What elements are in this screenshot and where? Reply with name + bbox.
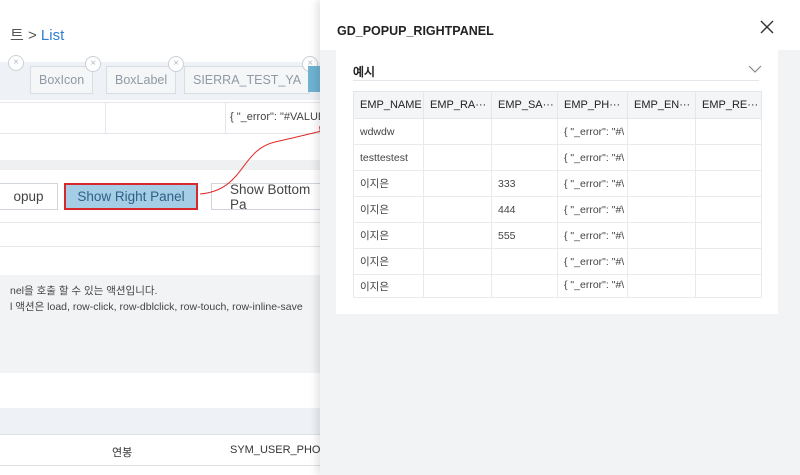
cell[interactable] (423, 118, 492, 145)
cell[interactable] (695, 222, 762, 249)
cell-emp-ph[interactable]: { "_error": "#\ (557, 274, 628, 298)
cell-emp-name[interactable]: 이지은 (353, 170, 424, 197)
breadcrumb: 트 > List (10, 24, 64, 45)
tab-label: SIERRA_TEST_YA (193, 73, 302, 87)
cell[interactable] (695, 144, 762, 171)
cell-emp-sa[interactable] (491, 248, 558, 275)
cell[interactable] (695, 248, 762, 275)
grid-header-row: EMP_NAME EMP_RA··· EMP_SA··· EMP_PH··· E… (353, 91, 762, 119)
cell-emp-ph[interactable]: { "_error": "#\ (557, 170, 628, 197)
table-row[interactable]: 이지은 { "_error": "#\ (353, 274, 762, 298)
right-panel: GD_POPUP_RIGHTPANEL 예시 EMP_NAME EMP_RA··… (320, 0, 800, 475)
cell[interactable] (695, 118, 762, 145)
tab-bar: × BoxIcon × BoxLabel × SIERRA_TEST_YA × (0, 55, 330, 100)
tab-close-icon[interactable]: × (85, 56, 102, 72)
chevron-down-icon[interactable] (748, 64, 762, 74)
tab-boxicon[interactable]: BoxIcon × (30, 56, 102, 94)
cell-emp-name[interactable]: testtestest (353, 144, 424, 171)
description-line: nel을 호출 할 수 있는 액션입니다. (10, 285, 158, 297)
cell[interactable] (627, 248, 696, 275)
cell[interactable] (627, 118, 696, 145)
panel-header: GD_POPUP_RIGHTPANEL (320, 0, 800, 50)
divider (0, 246, 330, 247)
tab-label: BoxLabel (115, 73, 168, 87)
table-row[interactable]: wdwdw { "_error": "#\ (353, 118, 762, 145)
column-header[interactable]: SYM_USER_PHON (230, 444, 328, 456)
breadcrumb-separator: > (27, 27, 37, 44)
panel-title: GD_POPUP_RIGHTPANEL (337, 24, 494, 38)
cell[interactable] (627, 170, 696, 197)
breadcrumb-prev[interactable]: 트 (10, 27, 24, 44)
column-header-emp-ph[interactable]: EMP_PH··· (557, 91, 628, 119)
employee-grid: EMP_NAME EMP_RA··· EMP_SA··· EMP_PH··· E… (353, 91, 762, 298)
cell-emp-sa[interactable]: 444 (491, 196, 558, 223)
divider (353, 80, 759, 81)
table-row[interactable]: 이지은 { "_error": "#\ (353, 248, 762, 275)
tab-label: BoxIcon (39, 73, 85, 87)
cell-emp-ph[interactable]: { "_error": "#\ (557, 248, 628, 275)
tab-close-icon[interactable]: × (8, 55, 24, 71)
column-header-emp-name[interactable]: EMP_NAME (353, 91, 424, 119)
table-row[interactable]: 이지은 555 { "_error": "#\ (353, 222, 762, 249)
cell[interactable] (423, 170, 492, 197)
table-row[interactable]: testtestest { "_error": "#\ (353, 144, 762, 171)
cell-emp-name[interactable]: 이지은 (353, 248, 424, 275)
column-header-emp-re[interactable]: EMP_RE··· (695, 91, 762, 119)
cell-emp-sa[interactable]: 555 (491, 222, 558, 249)
table-row[interactable]: 이지은 333 { "_error": "#\ (353, 170, 762, 197)
description-box: nel을 호출 할 수 있는 액션입니다. l 액션은 load, row-cl… (0, 275, 330, 373)
cell-emp-sa[interactable] (491, 274, 558, 298)
divider (0, 222, 330, 223)
cell-emp-ph[interactable]: { "_error": "#\ (557, 222, 628, 249)
show-popup-button[interactable]: opup (0, 183, 58, 210)
cell-emp-ph[interactable]: { "_error": "#\ (557, 118, 628, 145)
annotation-arrow (199, 126, 326, 195)
cell[interactable] (695, 170, 762, 197)
cell[interactable] (423, 144, 492, 171)
cell-emp-name[interactable]: 이지은 (353, 196, 424, 223)
tab-close-icon[interactable]: × (168, 56, 185, 72)
cell-emp-name[interactable]: wdwdw (353, 118, 424, 145)
table-row[interactable]: 이지은 444 { "_error": "#\ (353, 196, 762, 223)
tab-sierra-test[interactable]: SIERRA_TEST_YA × (184, 56, 319, 94)
column-header-emp-en[interactable]: EMP_EN··· (627, 91, 696, 119)
cell-emp-sa[interactable]: 333 (491, 170, 558, 197)
cell[interactable] (627, 144, 696, 171)
background-page: 트 > List × BoxIcon × BoxLabel × SIERRA_T… (0, 0, 330, 475)
close-icon[interactable] (757, 17, 777, 37)
section-title: 예시 (353, 65, 376, 79)
description-line: l 액션은 load, row-click, row-dblclick, row… (10, 301, 303, 313)
cell[interactable] (627, 222, 696, 249)
breadcrumb-current: List (40, 27, 65, 44)
cell-emp-sa[interactable] (491, 144, 558, 171)
cell[interactable] (423, 196, 492, 223)
show-right-panel-button[interactable]: Show Right Panel (64, 183, 198, 210)
cell-emp-name[interactable]: 이지은 (353, 222, 424, 249)
cell-emp-name[interactable]: 이지은 (353, 274, 424, 298)
column-header[interactable]: 연봉 (112, 444, 132, 460)
cell[interactable] (423, 248, 492, 275)
bottom-grid-header: 연봉 SYM_USER_PHON (0, 434, 330, 466)
cell[interactable] (695, 274, 762, 298)
cell-emp-sa[interactable] (491, 118, 558, 145)
cell[interactable] (627, 274, 696, 298)
cell-emp-ph[interactable]: { "_error": "#\ (557, 196, 628, 223)
cell[interactable] (423, 222, 492, 249)
tab-boxlabel[interactable]: BoxLabel × (106, 56, 185, 94)
cell[interactable] (627, 196, 696, 223)
section-bar (0, 408, 330, 434)
column-header-emp-sa[interactable]: EMP_SA··· (491, 91, 558, 119)
cell-emp-ph[interactable]: { "_error": "#\ (557, 144, 628, 171)
grid-card: 예시 EMP_NAME EMP_RA··· EMP_SA··· EMP_PH··… (336, 50, 778, 314)
cell[interactable] (695, 196, 762, 223)
column-header-emp-ra[interactable]: EMP_RA··· (423, 91, 492, 119)
cell[interactable] (423, 274, 492, 298)
